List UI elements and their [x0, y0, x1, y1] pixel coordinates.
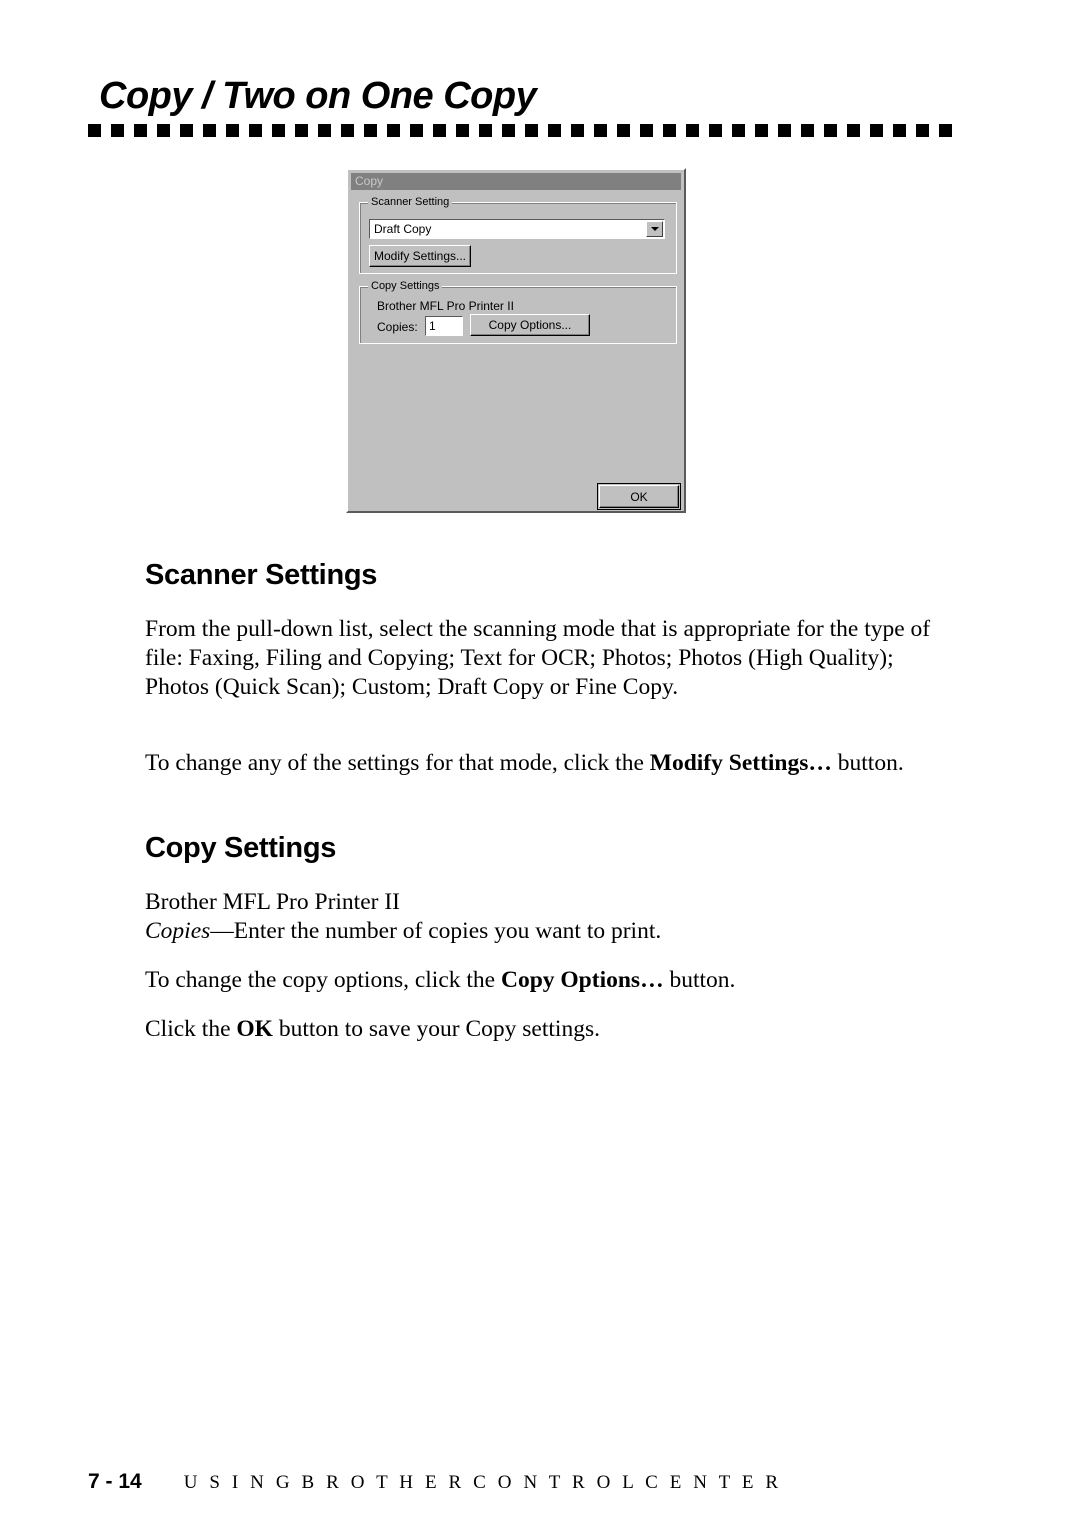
scanner-settings-paragraph: From the pull-down list, select the scan…: [145, 616, 931, 700]
copy-options-bold-label: Copy Options…: [500, 967, 664, 993]
page-title: Copy / Two on One Copy: [99, 75, 537, 117]
dialog-title-text: Copy: [355, 174, 384, 188]
ok-button[interactable]: OK: [599, 485, 679, 508]
copies-italic-label: Copies: [145, 918, 211, 944]
page-number: 7 - 14: [88, 1470, 142, 1493]
ok-paragraph-text-before: Click the: [145, 1016, 237, 1042]
running-title: U S I N G B R O T H E R C O N T R O L C …: [183, 1472, 782, 1493]
ok-paragraph-text-after: button to save your Copy settings.: [272, 1016, 600, 1042]
copy-settings-group-label: Copy Settings: [368, 280, 443, 292]
page-footer: 7 - 14 U S I N G B R O T H E R C O N T R…: [88, 1470, 782, 1495]
modify-paragraph-text-after: button.: [831, 750, 904, 776]
scanner-mode-value: Draft Copy: [374, 222, 432, 236]
copies-label: Copies:: [377, 320, 418, 334]
scanner-setting-group: Scanner Setting Draft Copy Modify Settin…: [359, 196, 677, 274]
scanner-setting-group-label: Scanner Setting: [368, 196, 453, 208]
ok-button-default-frame: OK: [597, 483, 681, 510]
decorative-dotted-rule: [88, 124, 956, 137]
ok-bold-label: OK: [236, 1016, 273, 1042]
modify-paragraph-text-before: To change any of the settings for that m…: [145, 750, 650, 776]
modify-settings-button[interactable]: Modify Settings...: [369, 245, 471, 267]
section-heading-copy-settings: Copy Settings: [145, 832, 337, 864]
copies-description-text: —Enter the number of copies you want to …: [210, 918, 662, 944]
copy-options-paragraph: To change the copy options, click the Co…: [145, 966, 935, 995]
copies-input[interactable]: 1: [425, 316, 463, 336]
printer-name-label: Brother MFL Pro Printer II: [377, 299, 514, 313]
modify-settings-paragraph: To change any of the settings for that m…: [145, 749, 935, 778]
scanner-mode-combobox[interactable]: Draft Copy: [369, 219, 665, 239]
copy-options-button[interactable]: Copy Options...: [470, 314, 590, 336]
copy-dialog-screenshot: Copy Scanner Setting Draft Copy Modify S…: [346, 168, 686, 513]
modify-settings-bold-label: Modify Settings…: [649, 750, 832, 776]
options-paragraph-text-after: button.: [663, 967, 736, 993]
section-heading-scanner-settings: Scanner Settings: [145, 559, 378, 591]
options-paragraph-text-before: To change the copy options, click the: [145, 967, 501, 993]
copy-settings-printer-paragraph: Brother MFL Pro Printer II Copies—Enter t…: [145, 888, 935, 946]
ok-paragraph: Click the OK button to save your Copy se…: [145, 1015, 935, 1044]
dialog-titlebar: Copy: [351, 173, 681, 190]
chevron-down-icon[interactable]: [646, 221, 663, 237]
printer-line-text: Brother MFL Pro Printer II: [145, 889, 400, 915]
copy-settings-group: Copy Settings Brother MFL Pro Printer II…: [359, 280, 677, 344]
